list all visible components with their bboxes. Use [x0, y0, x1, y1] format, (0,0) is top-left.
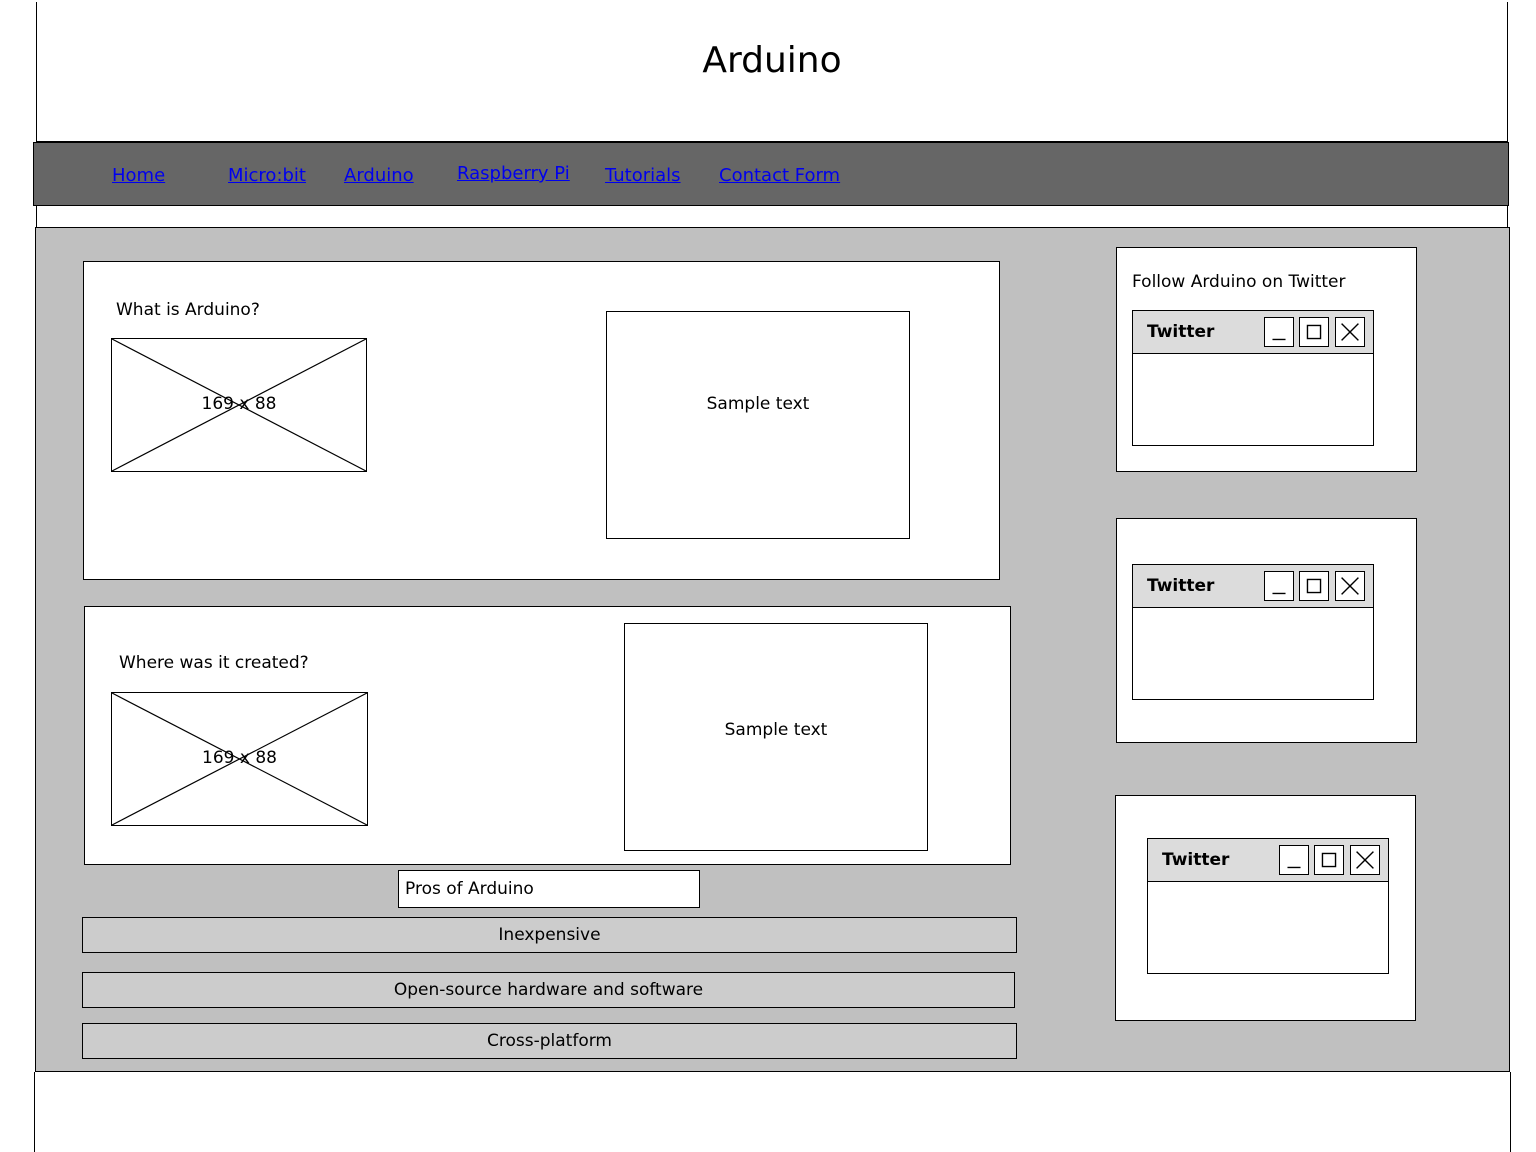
- close-icon[interactable]: [1335, 571, 1365, 601]
- twitter-panel: Twitter: [1115, 795, 1416, 1021]
- nav-link-contact-form[interactable]: Contact Form: [719, 165, 840, 186]
- nav-link-raspberry-pi[interactable]: Raspberry Pi: [457, 163, 570, 184]
- twitter-window[interactable]: Twitter: [1132, 564, 1374, 700]
- close-icon[interactable]: [1350, 845, 1380, 875]
- pros-item: Cross-platform: [82, 1023, 1017, 1059]
- nav-bar: Home Micro:bit Arduino Raspberry Pi Tuto…: [33, 142, 1509, 206]
- twitter-window-title: Twitter: [1162, 850, 1230, 870]
- twitter-window-title: Twitter: [1147, 576, 1215, 596]
- section-heading: Where was it created?: [119, 653, 309, 673]
- nav-link-arduino[interactable]: Arduino: [344, 165, 414, 186]
- close-icon[interactable]: [1335, 317, 1365, 347]
- image-size-label: 169 x 88: [201, 394, 277, 414]
- twitter-follow-panel: Follow Arduino on Twitter Twitter: [1116, 247, 1417, 472]
- footer-area: [34, 1072, 1511, 1152]
- follow-label: Follow Arduino on Twitter: [1132, 272, 1346, 292]
- sample-text-box: Sample text: [606, 311, 910, 539]
- minimize-icon[interactable]: [1264, 317, 1294, 347]
- twitter-window-titlebar: Twitter: [1133, 311, 1373, 354]
- twitter-window[interactable]: Twitter: [1132, 310, 1374, 446]
- maximize-icon[interactable]: [1299, 571, 1329, 601]
- minimize-icon[interactable]: [1264, 571, 1294, 601]
- nav-link-home[interactable]: Home: [112, 165, 165, 186]
- pros-title: Pros of Arduino: [398, 870, 700, 908]
- maximize-icon[interactable]: [1314, 845, 1344, 875]
- section-what-is-arduino: What is Arduino? 169 x 88 Sample text: [83, 261, 1000, 580]
- twitter-window-titlebar: Twitter: [1148, 839, 1388, 882]
- section-heading: What is Arduino?: [116, 300, 260, 320]
- twitter-panel: Twitter: [1116, 518, 1417, 743]
- pros-item: Inexpensive: [82, 917, 1017, 953]
- minimize-icon[interactable]: [1279, 845, 1309, 875]
- image-placeholder: 169 x 88: [111, 338, 367, 472]
- pros-item: Open-source hardware and software: [82, 972, 1015, 1008]
- image-size-label: 169 x 88: [202, 748, 277, 768]
- site-title: Arduino: [702, 40, 842, 81]
- sample-text: Sample text: [724, 720, 828, 740]
- sample-text: Sample text: [706, 394, 810, 414]
- twitter-window-title: Twitter: [1147, 322, 1215, 342]
- twitter-window-titlebar: Twitter: [1133, 565, 1373, 608]
- sample-text-box: Sample text: [624, 623, 928, 851]
- image-placeholder: 169 x 88: [111, 692, 368, 826]
- twitter-window[interactable]: Twitter: [1147, 838, 1389, 974]
- maximize-icon[interactable]: [1299, 317, 1329, 347]
- section-where-created: Where was it created? 169 x 88 Sample te…: [84, 606, 1011, 865]
- nav-link-microbit[interactable]: Micro:bit: [228, 165, 306, 186]
- nav-link-tutorials[interactable]: Tutorials: [605, 165, 681, 186]
- nav-spacer: [36, 206, 1508, 228]
